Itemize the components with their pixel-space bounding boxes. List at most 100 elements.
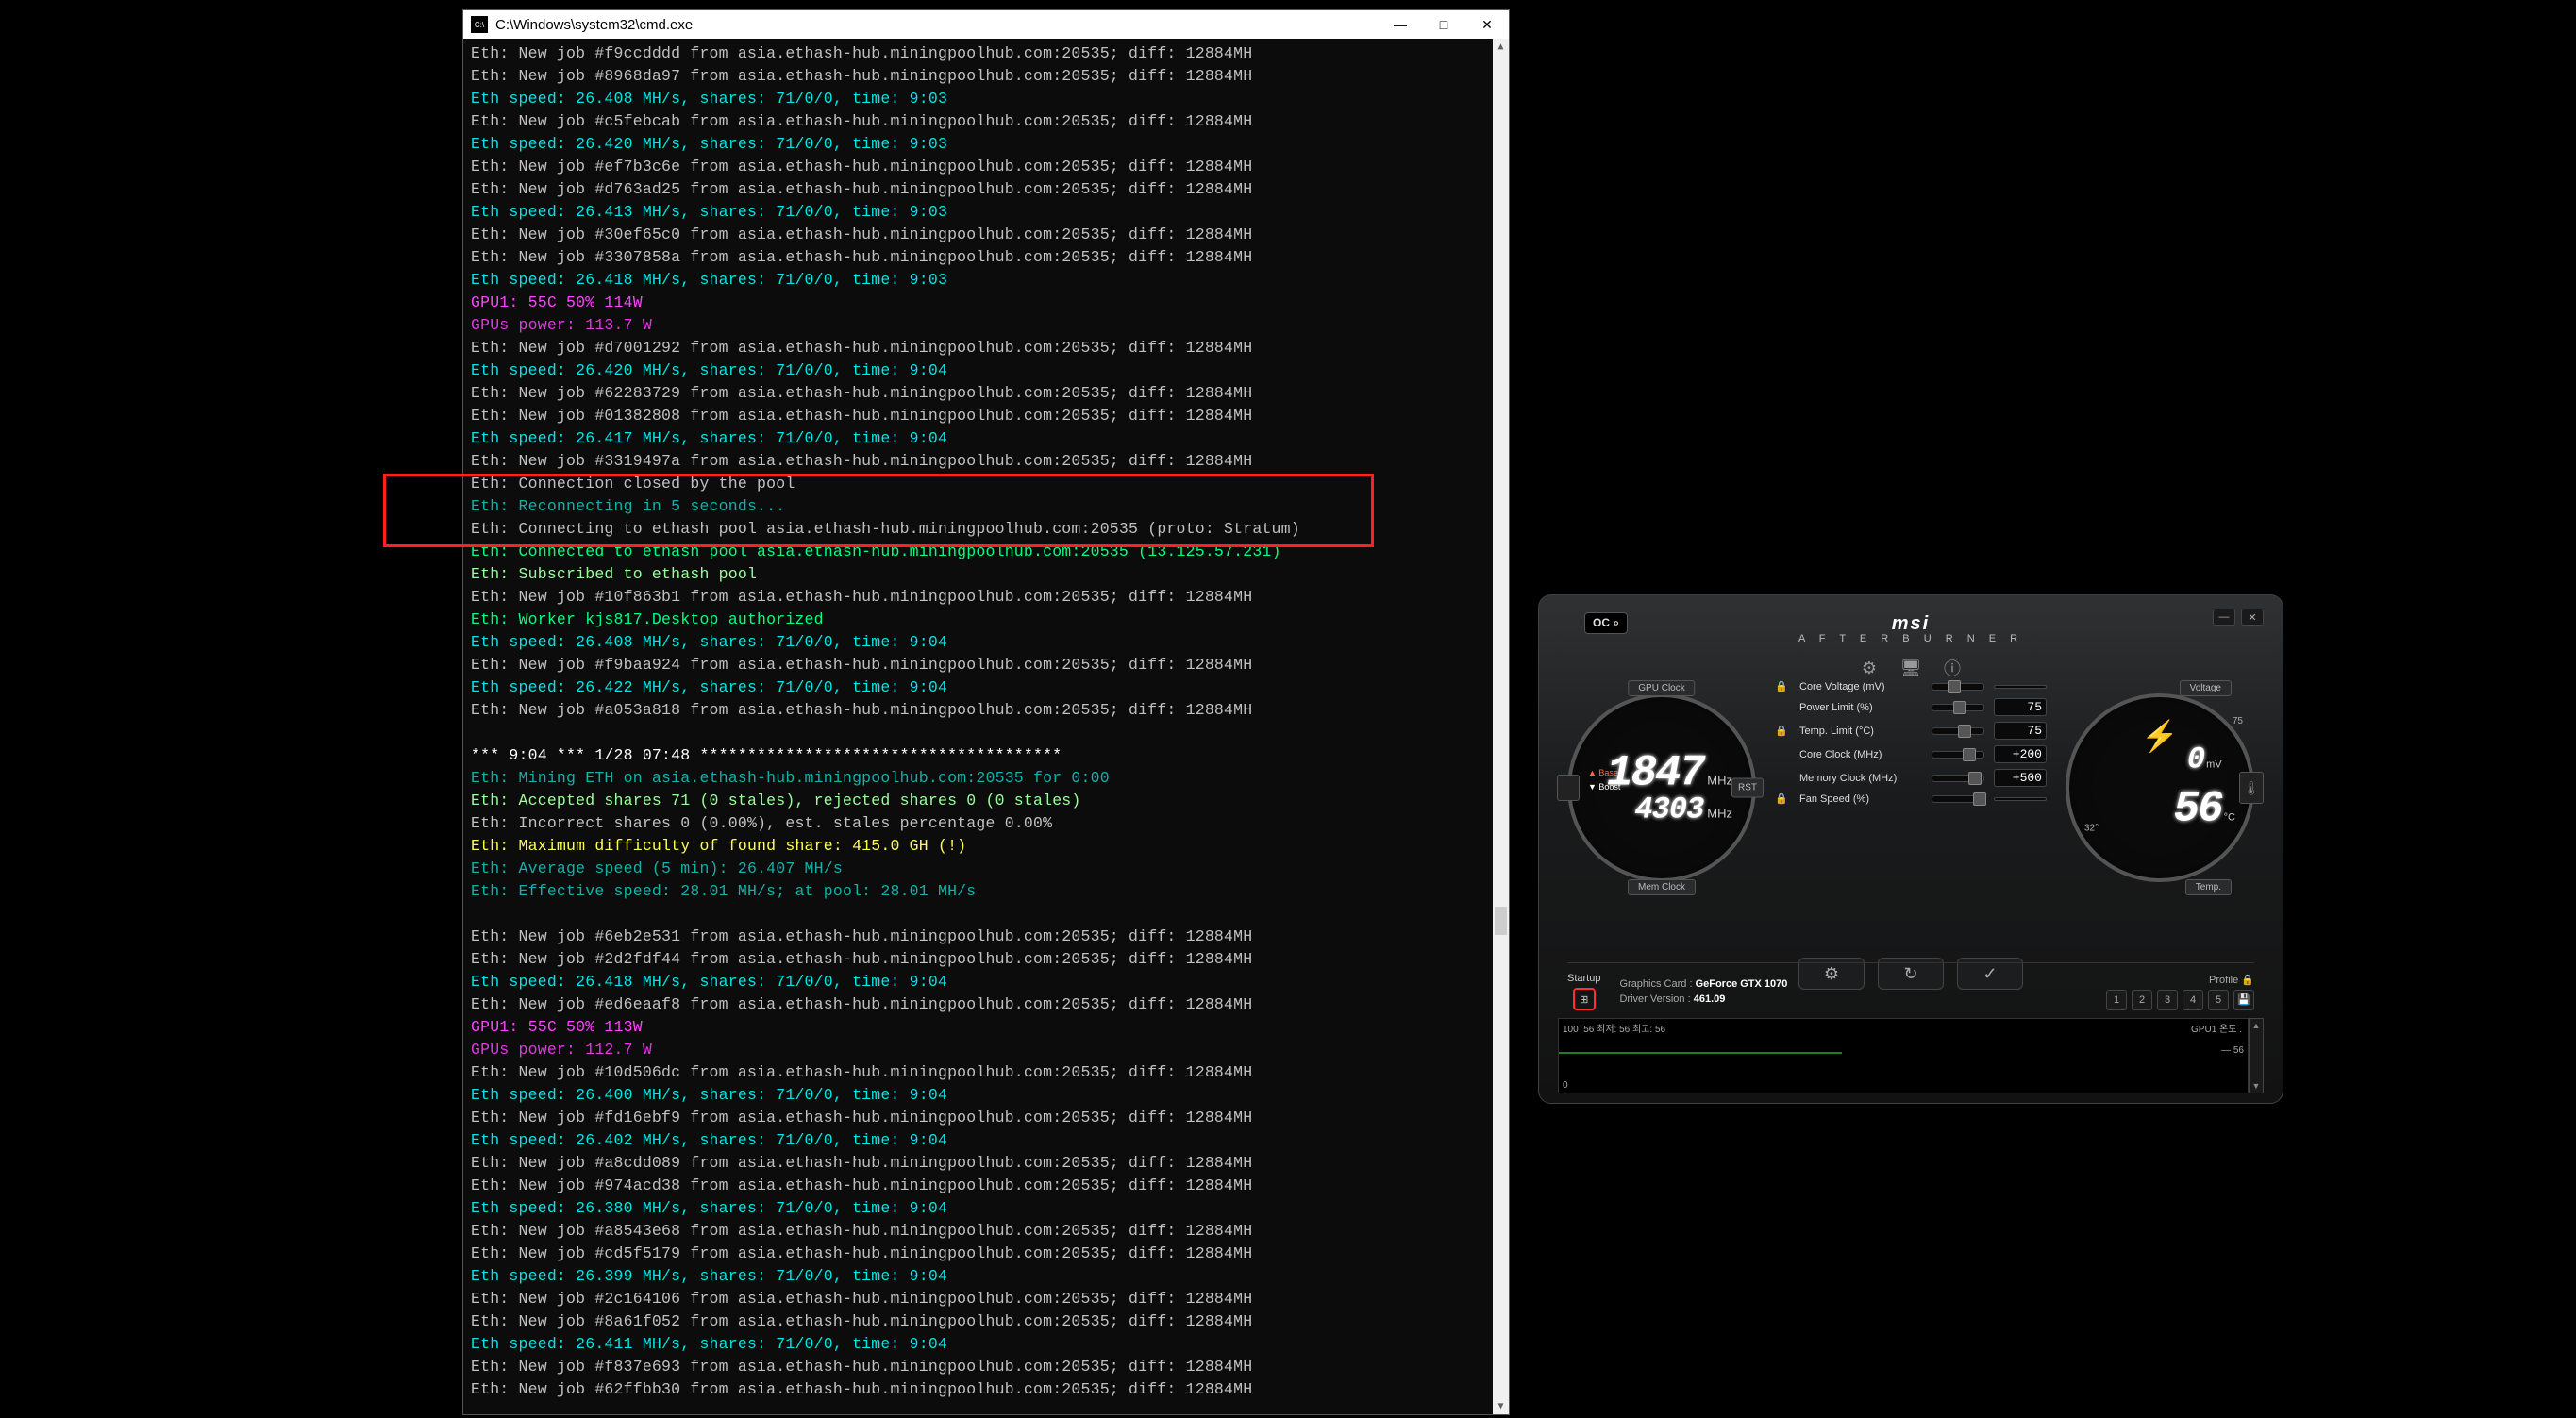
slider-knob[interactable] [1973, 792, 1986, 806]
profile-slot-4[interactable]: 4 [2183, 990, 2203, 1010]
profile-slot-5[interactable]: 5 [2208, 990, 2229, 1010]
slider-label: Fan Speed (%) [1799, 793, 1922, 805]
lock-icon[interactable]: 🔒 [1775, 725, 1790, 737]
terminal-line: Eth: New job #f837e693 from asia.ethash-… [471, 1356, 1501, 1378]
scroll-down-icon[interactable]: ▼ [1493, 1398, 1509, 1414]
thermometer-icon: 🌡 [2239, 772, 2264, 804]
terminal-output[interactable]: Eth: New job #f9ccdddd from asia.ethash-… [463, 39, 1509, 1405]
terminal-line: Eth: New job #c5febcab from asia.ethash-… [471, 110, 1501, 133]
profile-save-button[interactable]: 💾 [2233, 990, 2254, 1010]
terminal-line: Eth speed: 26.420 MH/s, shares: 71/0/0, … [471, 359, 1501, 382]
terminal-line: Eth: New job #fd16ebf9 from asia.ethash-… [471, 1107, 1501, 1129]
slider-row: 🔒 Core Voltage (mV) [1775, 680, 2047, 692]
slider-value[interactable]: 75 [1994, 722, 2047, 740]
terminal-line: Eth: New job #62283729 from asia.ethash-… [471, 382, 1501, 405]
terminal-line: Eth: Worker kjs817.Desktop authorized [471, 609, 1501, 631]
msi-close-button[interactable]: ✕ [2241, 609, 2264, 626]
graph-scrollbar[interactable]: ▲ ▼ [2249, 1018, 2264, 1093]
monitoring-graph[interactable]: 100 56 최저: 56 최고: 56 0 GPU1 온도 . — 56 [1558, 1018, 2249, 1093]
slider-track[interactable] [1932, 727, 1984, 735]
terminal-line: Eth speed: 26.408 MH/s, shares: 71/0/0, … [471, 88, 1501, 110]
terminal-line: Eth: New job #2d2fdf44 from asia.ethash-… [471, 948, 1501, 971]
slider-row: 🔒 Fan Speed (%) [1775, 792, 2047, 805]
scroll-thumb[interactable] [1495, 907, 1507, 935]
cmd-scrollbar[interactable]: ▲ ▼ [1493, 39, 1509, 1414]
graph-line [1559, 1019, 1842, 1104]
slider-label: Core Voltage (mV) [1799, 681, 1922, 692]
terminal-line: Eth speed: 26.417 MH/s, shares: 71/0/0, … [471, 427, 1501, 450]
terminal-line [471, 903, 1501, 926]
profile-slot-2[interactable]: 2 [2132, 990, 2152, 1010]
temp-label: Temp. [2185, 879, 2232, 895]
graph-scroll-up-icon[interactable]: ▲ [2252, 1021, 2261, 1030]
gpu-clock-value: 1847 [1607, 749, 1703, 798]
slider-value[interactable]: +200 [1994, 745, 2047, 763]
slider-track[interactable] [1932, 775, 1984, 782]
terminal-line: Eth: New job #ef7b3c6e from asia.ethash-… [471, 156, 1501, 178]
profile-slot-1[interactable]: 1 [2106, 990, 2127, 1010]
maximize-button[interactable]: □ [1422, 10, 1465, 39]
minimize-button[interactable]: — [1379, 10, 1422, 39]
temp-value: 56 [2173, 785, 2221, 834]
gauge-hi: 75 [2233, 716, 2243, 726]
terminal-line [471, 722, 1501, 744]
slider-track[interactable] [1932, 683, 1984, 691]
terminal-line: Eth speed: 26.380 MH/s, shares: 71/0/0, … [471, 1197, 1501, 1220]
terminal-line: Eth: New job #8a61f052 from asia.ethash-… [471, 1310, 1501, 1333]
terminal-line: Eth: New job #62ffbb30 from asia.ethash-… [471, 1378, 1501, 1401]
slider-value[interactable]: +500 [1994, 769, 2047, 787]
terminal-line: Eth: New job #ed6eaaf8 from asia.ethash-… [471, 993, 1501, 1016]
voltage-value: 0 [2187, 742, 2204, 777]
mem-clock-label: Mem Clock [1628, 879, 1696, 895]
startup-toggle[interactable]: ⊞ [1573, 988, 1596, 1010]
slider-label: Core Clock (MHz) [1799, 749, 1922, 760]
slider-track[interactable] [1932, 704, 1984, 711]
slider-row: Power Limit (%) 75 [1775, 698, 2047, 716]
terminal-line: Eth: New job #f9ccdddd from asia.ethash-… [471, 42, 1501, 65]
slider-track[interactable] [1932, 751, 1984, 759]
terminal-line: Eth: Subscribed to ethash pool [471, 563, 1501, 586]
terminal-line: Eth: New job #6eb2e531 from asia.ethash-… [471, 926, 1501, 948]
slider-knob[interactable] [1963, 748, 1976, 761]
terminal-line: Eth speed: 26.413 MH/s, shares: 71/0/0, … [471, 201, 1501, 224]
close-button[interactable]: ✕ [1465, 10, 1509, 39]
lock-icon[interactable]: 🔒 [1775, 680, 1790, 692]
slider-knob[interactable] [1953, 701, 1966, 714]
slider-knob[interactable] [1968, 772, 1982, 785]
slider-knob[interactable] [1958, 725, 1971, 738]
slider-knob[interactable] [1948, 680, 1961, 693]
terminal-line: Eth: New job #3307858a from asia.ethash-… [471, 246, 1501, 269]
graph-current: 56 [2233, 1045, 2244, 1056]
cmd-titlebar[interactable]: C:\Windows\system32\cmd.exe — □ ✕ [463, 10, 1509, 39]
oc-scanner-button[interactable]: OC ⌕ [1584, 612, 1628, 634]
terminal-line: Eth: Maximum difficulty of found share: … [471, 835, 1501, 858]
slider-value[interactable] [1994, 685, 2047, 689]
temp-unit: °C [2224, 812, 2235, 824]
profile-label: Profile [2209, 975, 2238, 986]
slider-label: Temp. Limit (°C) [1799, 726, 1922, 737]
terminal-line: GPUs power: 113.7 W [471, 314, 1501, 337]
slider-value[interactable]: 75 [1994, 698, 2047, 716]
terminal-line: Eth speed: 26.402 MH/s, shares: 71/0/0, … [471, 1129, 1501, 1152]
graph-scroll-down-icon[interactable]: ▼ [2252, 1081, 2261, 1091]
slider-value[interactable] [1994, 797, 2047, 801]
slider-row: Core Clock (MHz) +200 [1775, 745, 2047, 763]
profile-slot-3[interactable]: 3 [2157, 990, 2178, 1010]
msi-brand: msi [1798, 613, 2023, 635]
reset-button[interactable]: RST [1731, 778, 1764, 798]
terminal-line: Eth: New job #974acd38 from asia.ethash-… [471, 1175, 1501, 1197]
scroll-up-icon[interactable]: ▲ [1493, 39, 1509, 55]
slider-track[interactable] [1932, 795, 1984, 803]
terminal-line: Eth: Accepted shares 71 (0 stales), reje… [471, 790, 1501, 812]
msi-minimize-button[interactable]: — [2213, 609, 2235, 626]
lock-icon[interactable]: 🔒 [1775, 792, 1790, 805]
terminal-line: Eth: New job #01382808 from asia.ethash-… [471, 405, 1501, 427]
terminal-line: Eth: Reconnecting in 5 seconds... [471, 495, 1501, 518]
msi-subtitle: A F T E R B U R N E R [1798, 633, 2023, 644]
gcard-value: GeForce GTX 1070 [1696, 978, 1788, 990]
slider-label: Power Limit (%) [1799, 702, 1922, 713]
terminal-line: Eth: New job #3319497a from asia.ethash-… [471, 450, 1501, 473]
drv-label: Driver Version : [1619, 993, 1690, 1005]
terminal-line: Eth: New job #8968da97 from asia.ethash-… [471, 65, 1501, 88]
graph-series: GPU1 온도 . [2191, 1021, 2242, 1035]
